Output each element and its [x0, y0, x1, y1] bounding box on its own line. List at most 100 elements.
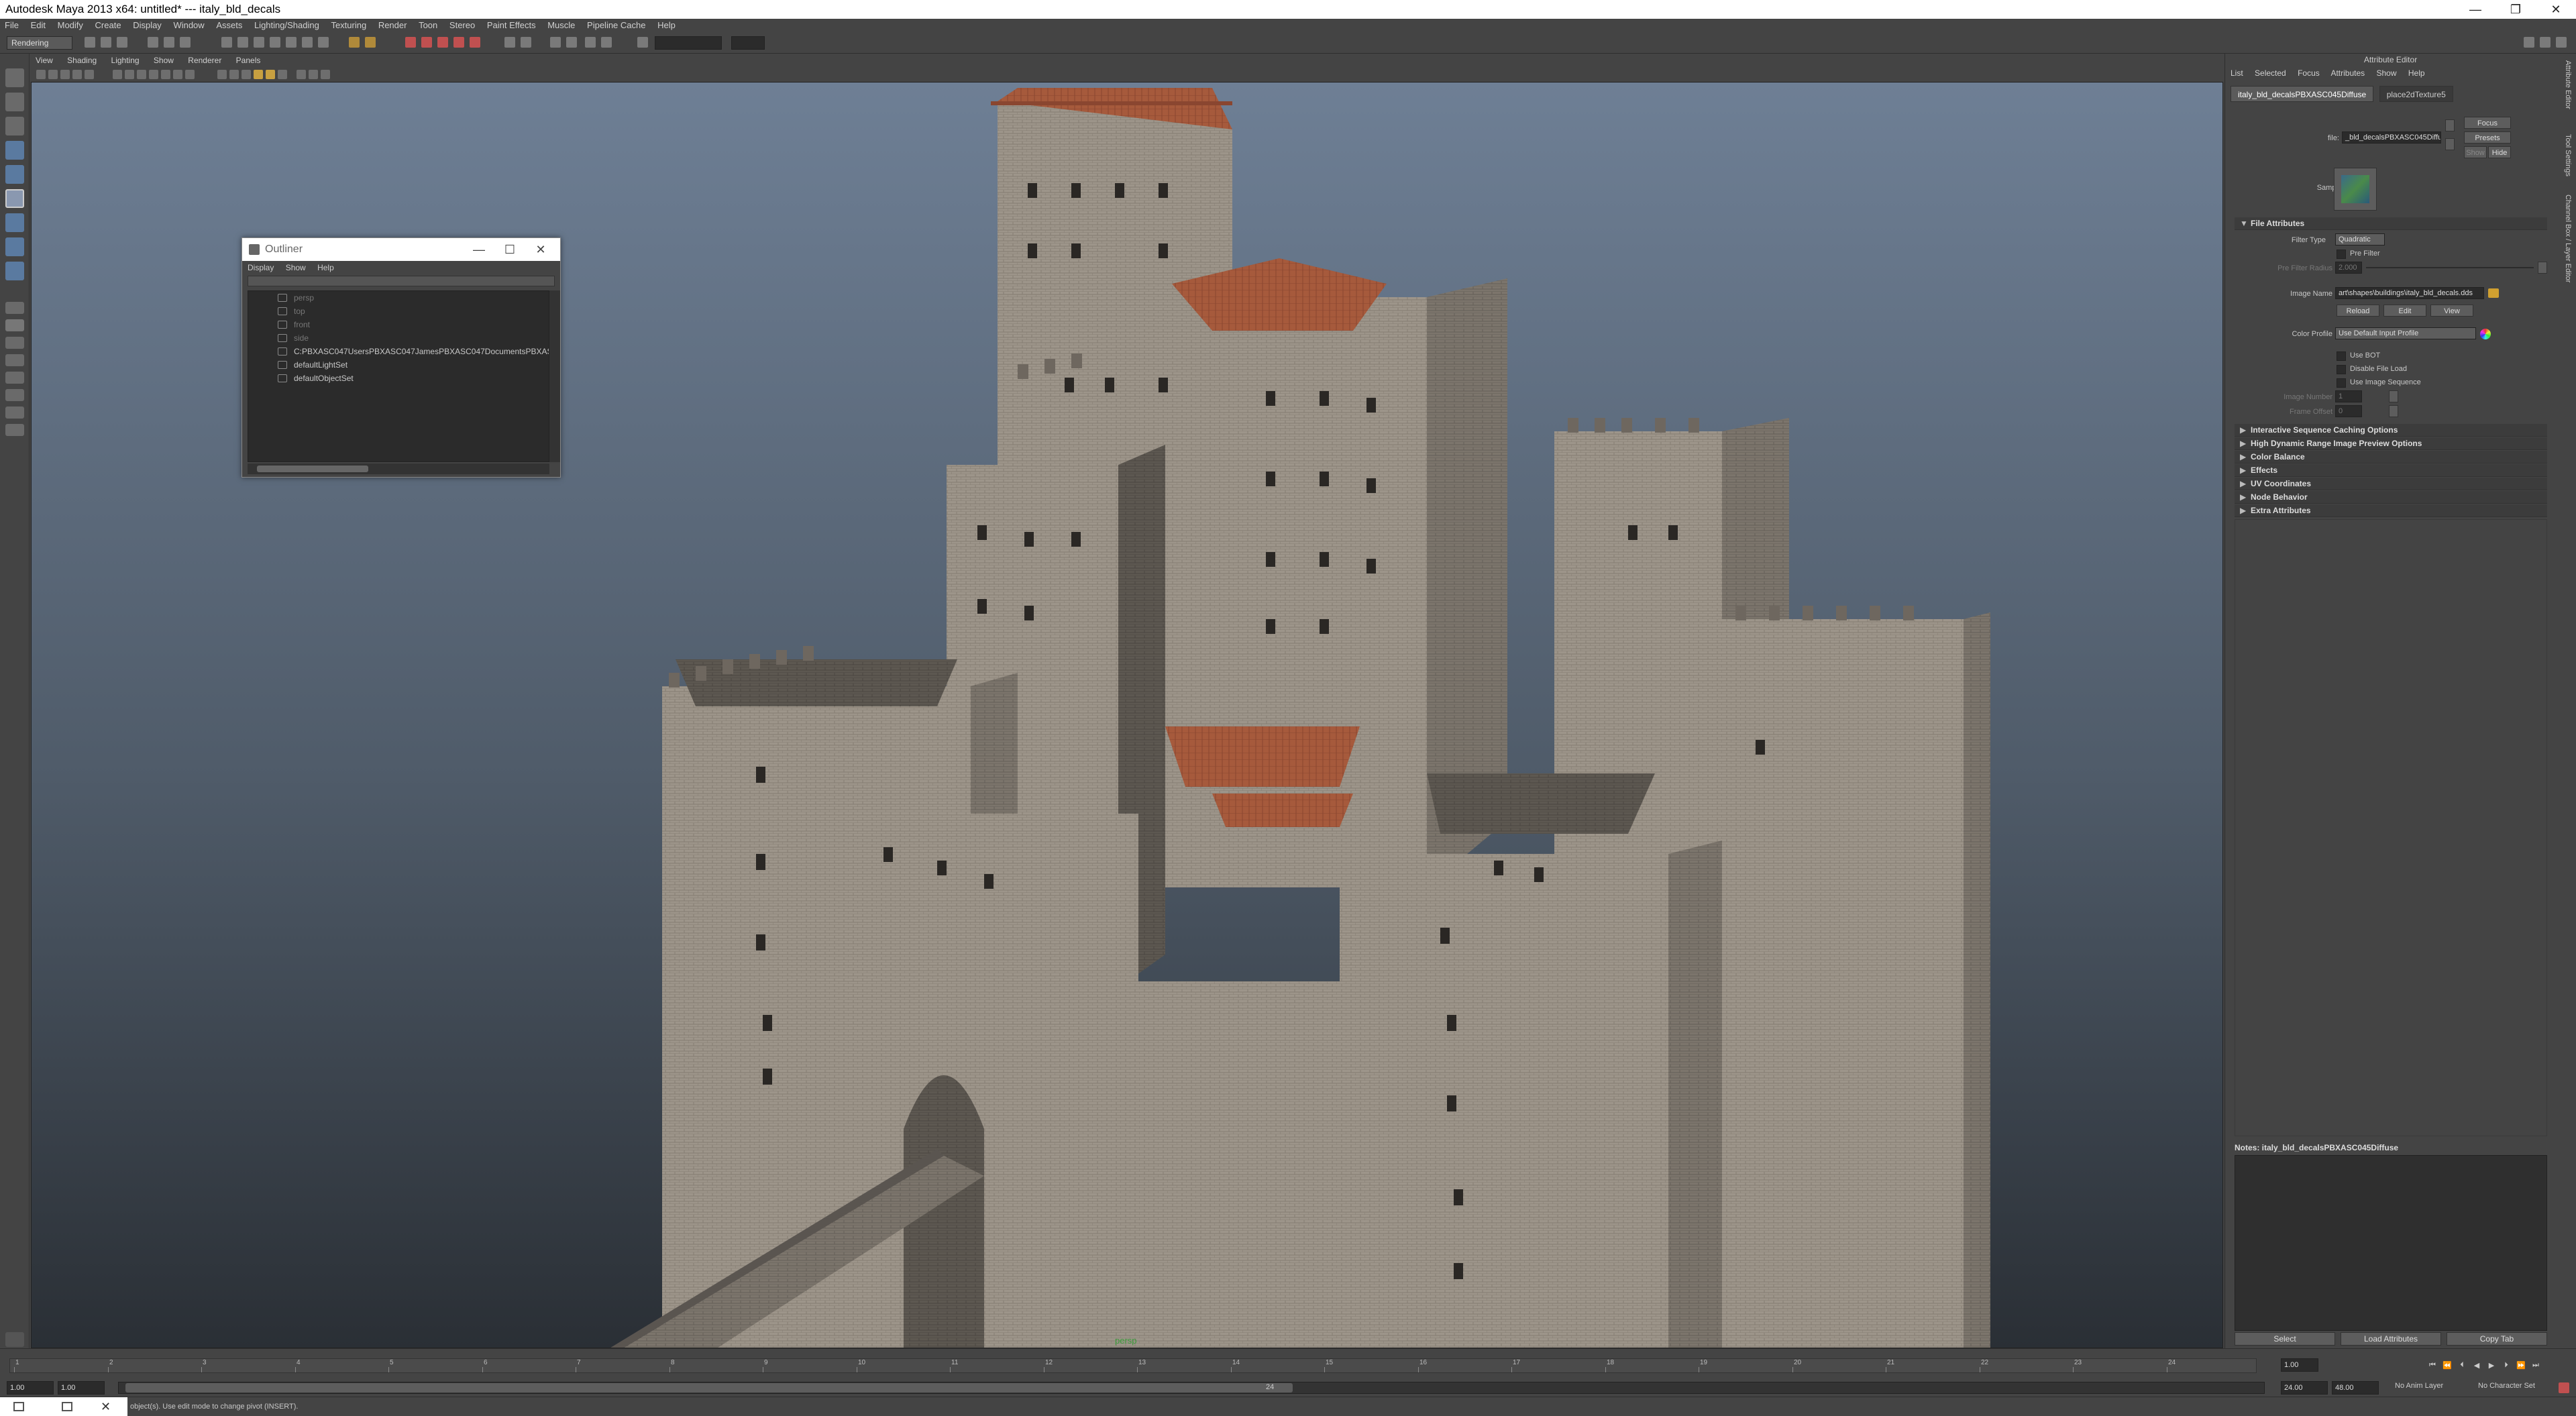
- select-handles-icon[interactable]: [221, 37, 232, 48]
- persp-graph-layout-icon[interactable]: [5, 354, 24, 366]
- outliner-item[interactable]: C:PBXASC047UsersPBXASC047JamesPBXASC047D…: [248, 345, 549, 358]
- load-attributes-button[interactable]: Load Attributes: [2341, 1332, 2441, 1346]
- filter-type-dropdown[interactable]: Quadratic: [2335, 233, 2385, 246]
- gate-mask-icon[interactable]: [137, 70, 146, 79]
- menu-modify[interactable]: Modify: [53, 19, 88, 32]
- tab-place2dtexture[interactable]: place2dTexture5: [2379, 86, 2453, 102]
- anim-layer-selector[interactable]: No Anim Layer: [2395, 1382, 2443, 1390]
- attribute-editor-toggle-icon[interactable]: [2524, 37, 2534, 48]
- range-bar[interactable]: 24: [118, 1382, 2265, 1394]
- side-tab-tool-settings[interactable]: Tool Settings: [2560, 134, 2572, 176]
- outliner-item[interactable]: side: [248, 331, 549, 345]
- section-interactive-sequence-caching[interactable]: ▶ Interactive Sequence Caching Options: [2235, 424, 2547, 437]
- channel-box-toggle-icon[interactable]: [2556, 37, 2567, 48]
- wireframe-on-shaded-icon[interactable]: [229, 70, 239, 79]
- resolution-gate-icon[interactable]: [125, 70, 134, 79]
- select-curves-icon[interactable]: [254, 37, 264, 48]
- select-button[interactable]: Select: [2235, 1332, 2335, 1346]
- render-settings-icon[interactable]: [585, 37, 596, 48]
- select-surfaces-icon[interactable]: [270, 37, 280, 48]
- shadows-icon[interactable]: [266, 70, 275, 79]
- field-chart-icon[interactable]: [149, 70, 158, 79]
- rotate-tool-icon[interactable]: [5, 165, 24, 184]
- viewport-menu-renderer[interactable]: Renderer: [182, 54, 227, 67]
- new-scene-icon[interactable]: [85, 37, 95, 48]
- reload-button[interactable]: Reload: [2337, 305, 2379, 317]
- open-scene-icon[interactable]: [101, 37, 111, 48]
- presets-button[interactable]: Presets: [2464, 131, 2511, 144]
- tool-settings-toggle-icon[interactable]: [2540, 37, 2551, 48]
- persp-outliner-layout-icon[interactable]: [5, 337, 24, 349]
- image-number-field[interactable]: 1: [2335, 390, 2362, 402]
- camera-attributes-icon[interactable]: [48, 70, 58, 79]
- menu-paint-effects[interactable]: Paint Effects: [482, 19, 541, 32]
- outliner-item[interactable]: persp: [248, 291, 549, 305]
- outliner-item[interactable]: top: [248, 305, 549, 318]
- sample-swatch[interactable]: [2334, 168, 2377, 211]
- select-rendering-icon[interactable]: [318, 37, 329, 48]
- ipr-render-icon[interactable]: [566, 37, 577, 48]
- tab-file-node[interactable]: italy_bld_decalsPBXASC045Diffuse: [2231, 86, 2374, 102]
- section-file-attributes[interactable]: ▼ File Attributes: [2235, 217, 2547, 230]
- notes-textarea[interactable]: [2235, 1155, 2547, 1331]
- frame-offset-key-icon[interactable]: [2389, 405, 2398, 417]
- focus-button[interactable]: Focus: [2464, 117, 2511, 129]
- select-tool-icon[interactable]: [5, 68, 24, 87]
- safe-title-icon[interactable]: [173, 70, 182, 79]
- close-button[interactable]: ✕: [2536, 0, 2576, 19]
- menu-display[interactable]: Display: [128, 19, 166, 32]
- bookmarks-icon[interactable]: [60, 70, 70, 79]
- lock-selection-icon[interactable]: [349, 37, 360, 48]
- make-live-icon[interactable]: [470, 37, 480, 48]
- snap-grid-icon[interactable]: [405, 37, 416, 48]
- taskbar-window-icon[interactable]: [13, 1402, 24, 1411]
- construction-history-icon[interactable]: [521, 37, 531, 48]
- section-uv-coordinates[interactable]: ▶ UV Coordinates: [2235, 478, 2547, 490]
- menu-file[interactable]: File: [0, 19, 23, 32]
- single-perspective-layout-icon[interactable]: [5, 302, 24, 314]
- menu-render[interactable]: Render: [374, 19, 412, 32]
- select-hierarchy-icon[interactable]: [148, 37, 158, 48]
- range-handle[interactable]: [125, 1383, 1293, 1393]
- section-effects[interactable]: ▶ Effects: [2235, 464, 2547, 477]
- menu-edit[interactable]: Edit: [26, 19, 50, 32]
- snap-view-plane-icon[interactable]: [453, 37, 464, 48]
- outliner-item[interactable]: front: [248, 318, 549, 331]
- smooth-shade-icon[interactable]: [217, 70, 227, 79]
- viewport-menu-shading[interactable]: Shading: [61, 54, 103, 67]
- high-quality-icon[interactable]: [309, 70, 318, 79]
- ae-menu-list[interactable]: List: [2231, 68, 2243, 78]
- ae-menu-focus[interactable]: Focus: [2298, 68, 2320, 78]
- isolate-select-icon[interactable]: [297, 70, 306, 79]
- taskbar-close-icon[interactable]: ✕: [101, 1397, 111, 1416]
- taskbar-restore-icon[interactable]: [62, 1402, 72, 1411]
- move-tool-icon[interactable]: [5, 141, 24, 160]
- section-node-behavior[interactable]: ▶ Node Behavior: [2235, 491, 2547, 504]
- outliner-item[interactable]: defaultObjectSet: [248, 372, 549, 385]
- step-forward-key-icon[interactable]: ⏩: [2516, 1361, 2526, 1370]
- color-profile-dropdown[interactable]: Use Default Input Profile: [2335, 327, 2476, 339]
- pre-filter-checkbox[interactable]: [2337, 250, 2346, 259]
- textured-icon[interactable]: [241, 70, 251, 79]
- menu-assets[interactable]: Assets: [211, 19, 247, 32]
- menu-pipeline-cache[interactable]: Pipeline Cache: [582, 19, 650, 32]
- input-line-field[interactable]: [655, 36, 722, 50]
- use-bot-checkbox[interactable]: [2337, 351, 2346, 361]
- highlight-selection-icon[interactable]: [365, 37, 376, 48]
- soft-modification-icon[interactable]: [5, 237, 24, 256]
- menu-texturing[interactable]: Texturing: [326, 19, 371, 32]
- wireframe-icon[interactable]: [185, 70, 195, 79]
- outliner-menu-display[interactable]: Display: [248, 263, 274, 272]
- outliner-close-button[interactable]: ✕: [525, 238, 556, 261]
- input-line-field-2[interactable]: [731, 36, 765, 50]
- time-slider-track[interactable]: 1 2 3 4 5 6 7 8 9 10 11 12 13 14 15 16 17 18 19 20 21 22 23 24: [9, 1358, 2257, 1373]
- viewport-menu-panels[interactable]: Panels: [230, 54, 267, 67]
- snap-point-icon[interactable]: [437, 37, 448, 48]
- viewport-menu-show[interactable]: Show: [148, 54, 180, 67]
- select-component-icon[interactable]: [180, 37, 191, 48]
- outliner-menu-help[interactable]: Help: [317, 263, 334, 272]
- ae-menu-help[interactable]: Help: [2408, 68, 2425, 78]
- copy-tab-button[interactable]: Copy Tab: [2447, 1332, 2547, 1346]
- viewport-menu-lighting[interactable]: Lighting: [105, 54, 146, 67]
- play-backwards-icon[interactable]: ◀: [2471, 1361, 2482, 1370]
